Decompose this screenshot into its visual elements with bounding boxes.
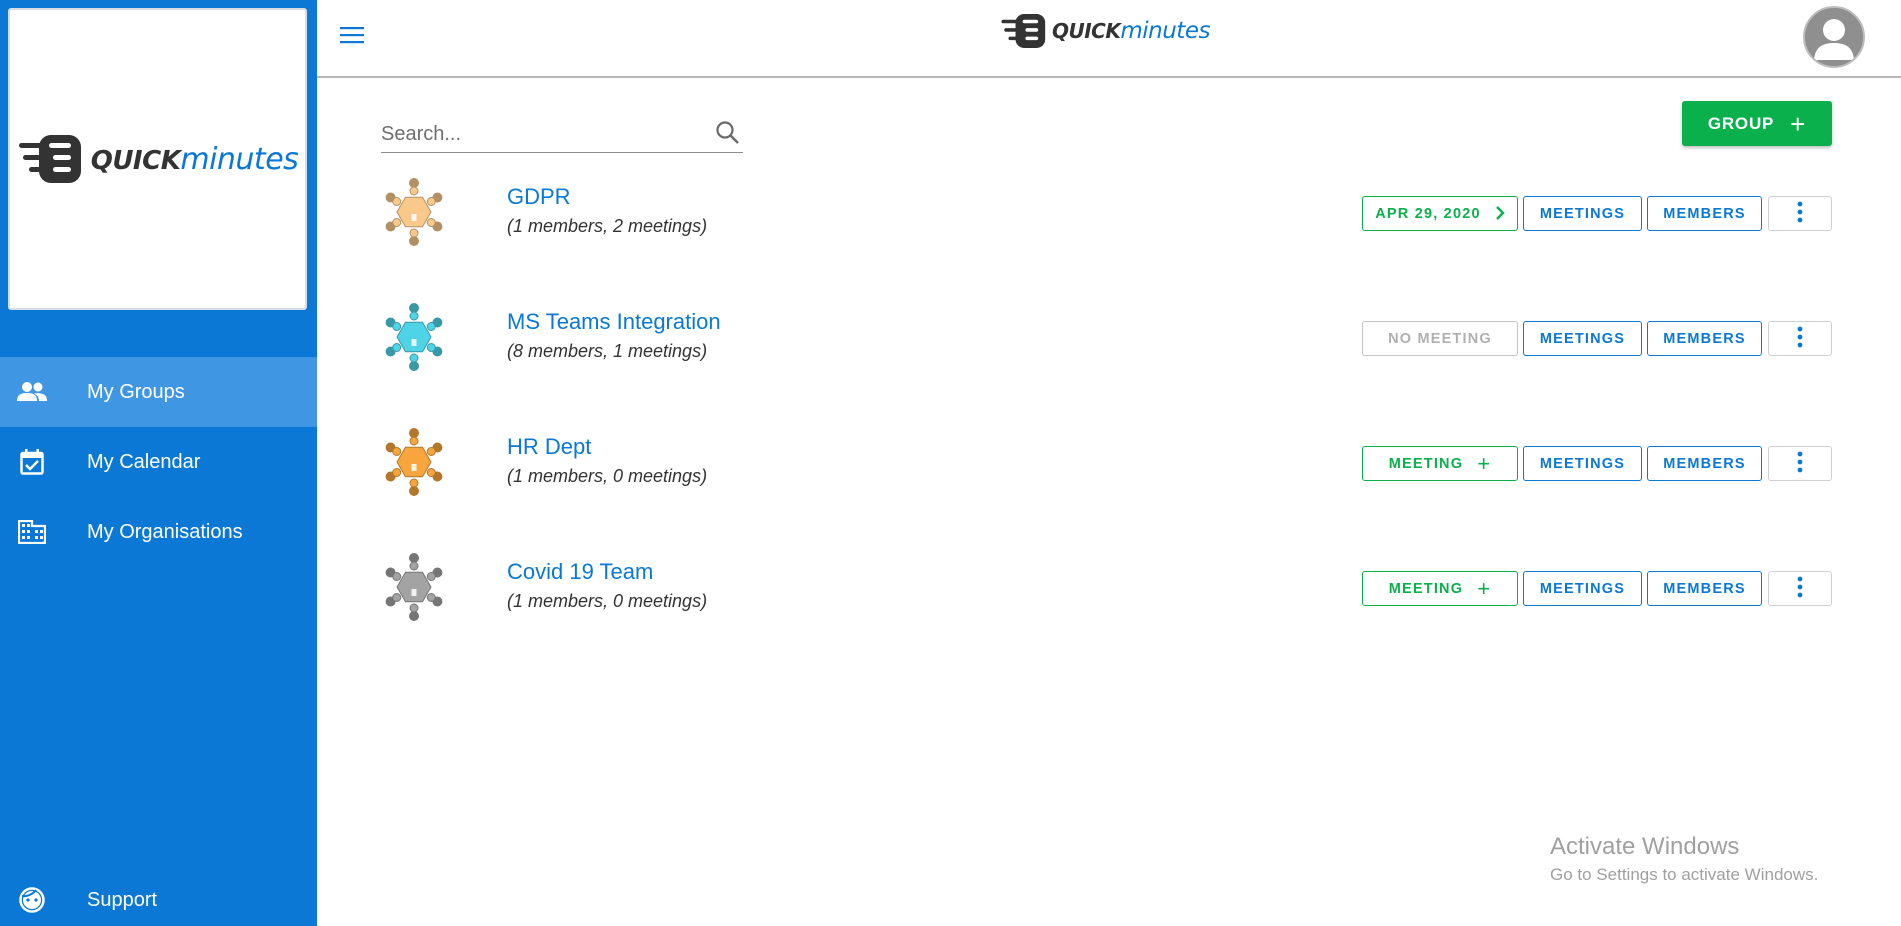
members-button[interactable]: MEMBERS xyxy=(1647,321,1762,356)
next-meeting-date: APR 29, 2020 xyxy=(1375,205,1481,222)
sidebar-item-label: My Calendar xyxy=(87,450,201,473)
more-vertical-icon xyxy=(1797,451,1803,477)
more-options-button[interactable] xyxy=(1768,321,1832,356)
group-row: HR Dept (1 members, 0 meetings) MEETING … xyxy=(381,426,1832,506)
add-meeting-button[interactable]: MEETING + xyxy=(1362,571,1518,606)
meetings-button[interactable]: MEETINGS xyxy=(1523,571,1642,606)
sidebar-item-my-calendar[interactable]: My Calendar xyxy=(0,427,317,497)
group-table-icon xyxy=(381,426,447,498)
group-row: GDPR (1 members, 2 meetings) APR 29, 202… xyxy=(381,176,1832,256)
more-vertical-icon xyxy=(1797,576,1803,602)
hamburger-icon xyxy=(340,27,364,44)
user-silhouette-icon xyxy=(1805,8,1863,66)
group-summary: (8 members, 1 meetings) xyxy=(507,341,708,361)
sidebar: QUICKminutes My Groups My Calendar My Or… xyxy=(0,0,317,926)
quickminutes-logo: QUICKminutes xyxy=(17,131,299,187)
people-icon xyxy=(0,357,64,427)
group-title[interactable]: HR Dept xyxy=(507,434,591,460)
group-row: Covid 19 Team (1 members, 0 meetings) ME… xyxy=(381,551,1832,631)
header-logo: QUICKminutes xyxy=(1000,11,1210,51)
sidebar-nav: My Groups My Calendar My Organisations xyxy=(0,357,317,567)
group-table-icon xyxy=(381,176,447,248)
plus-icon: + xyxy=(1790,108,1807,139)
search-input[interactable] xyxy=(381,122,701,146)
members-button[interactable]: MEMBERS xyxy=(1647,571,1762,606)
more-vertical-icon xyxy=(1797,326,1803,352)
plus-icon: + xyxy=(1477,575,1492,601)
sidebar-item-support[interactable]: Support xyxy=(0,874,317,926)
top-header: QUICKminutes xyxy=(317,0,1901,78)
meetings-button[interactable]: MEETINGS xyxy=(1523,196,1642,231)
meetings-button[interactable]: MEETINGS xyxy=(1523,321,1642,356)
group-title[interactable]: GDPR xyxy=(507,184,571,210)
sidebar-item-label: My Organisations xyxy=(87,520,243,543)
add-group-button[interactable]: GROUP + xyxy=(1682,101,1832,146)
more-vertical-icon xyxy=(1797,201,1803,227)
support-label: Support xyxy=(87,888,158,911)
support-face-icon xyxy=(0,887,64,913)
activate-windows-watermark: Activate Windows Go to Settings to activ… xyxy=(1550,833,1818,885)
sidebar-item-my-groups[interactable]: My Groups xyxy=(0,357,317,427)
search-bar xyxy=(381,116,743,153)
meetings-button[interactable]: MEETINGS xyxy=(1523,446,1642,481)
group-table-icon xyxy=(381,551,447,623)
logo-wordmark: QUICKminutes xyxy=(90,141,299,177)
add-meeting-button[interactable]: MEETING + xyxy=(1362,446,1518,481)
sidebar-item-my-organisations[interactable]: My Organisations xyxy=(0,497,317,567)
group-title[interactable]: MS Teams Integration xyxy=(507,309,721,335)
more-options-button[interactable] xyxy=(1768,196,1832,231)
add-meeting-label: MEETING xyxy=(1388,580,1464,597)
add-group-label: GROUP xyxy=(1707,113,1775,133)
plus-icon: + xyxy=(1477,450,1492,476)
members-button[interactable]: MEMBERS xyxy=(1647,196,1762,231)
members-button[interactable]: MEMBERS xyxy=(1647,446,1762,481)
logo-mark-icon xyxy=(18,135,81,183)
sidebar-item-label: My Groups xyxy=(87,380,185,403)
group-summary: (1 members, 0 meetings) xyxy=(507,591,708,611)
main-content: GROUP + GDPR (1 members, 2 meetings) APR… xyxy=(317,80,1901,926)
group-title[interactable]: Covid 19 Team xyxy=(507,559,653,585)
watermark-subtitle: Go to Settings to activate Windows. xyxy=(1550,865,1819,884)
group-summary: (1 members, 2 meetings) xyxy=(507,216,708,236)
next-meeting-button[interactable]: APR 29, 2020 xyxy=(1362,196,1518,231)
calendar-check-icon xyxy=(0,427,64,497)
hamburger-menu-button[interactable] xyxy=(337,20,367,50)
group-table-icon xyxy=(381,301,447,373)
group-summary: (1 members, 0 meetings) xyxy=(507,466,708,486)
building-icon xyxy=(0,497,64,567)
search-icon[interactable] xyxy=(715,120,741,151)
sidebar-logo-card: QUICKminutes xyxy=(8,8,307,310)
more-options-button[interactable] xyxy=(1768,446,1832,481)
group-row: MS Teams Integration (8 members, 1 meeti… xyxy=(381,301,1832,381)
more-options-button[interactable] xyxy=(1768,571,1832,606)
logo-wordmark: QUICKminutes xyxy=(1052,18,1210,44)
user-avatar[interactable] xyxy=(1803,6,1865,68)
chevron-right-icon xyxy=(1495,203,1505,225)
add-meeting-label: MEETING xyxy=(1388,455,1464,472)
logo-mark-icon xyxy=(1001,14,1046,48)
no-meeting-button: NO MEETING xyxy=(1362,321,1518,356)
watermark-title: Activate Windows xyxy=(1550,833,1740,860)
